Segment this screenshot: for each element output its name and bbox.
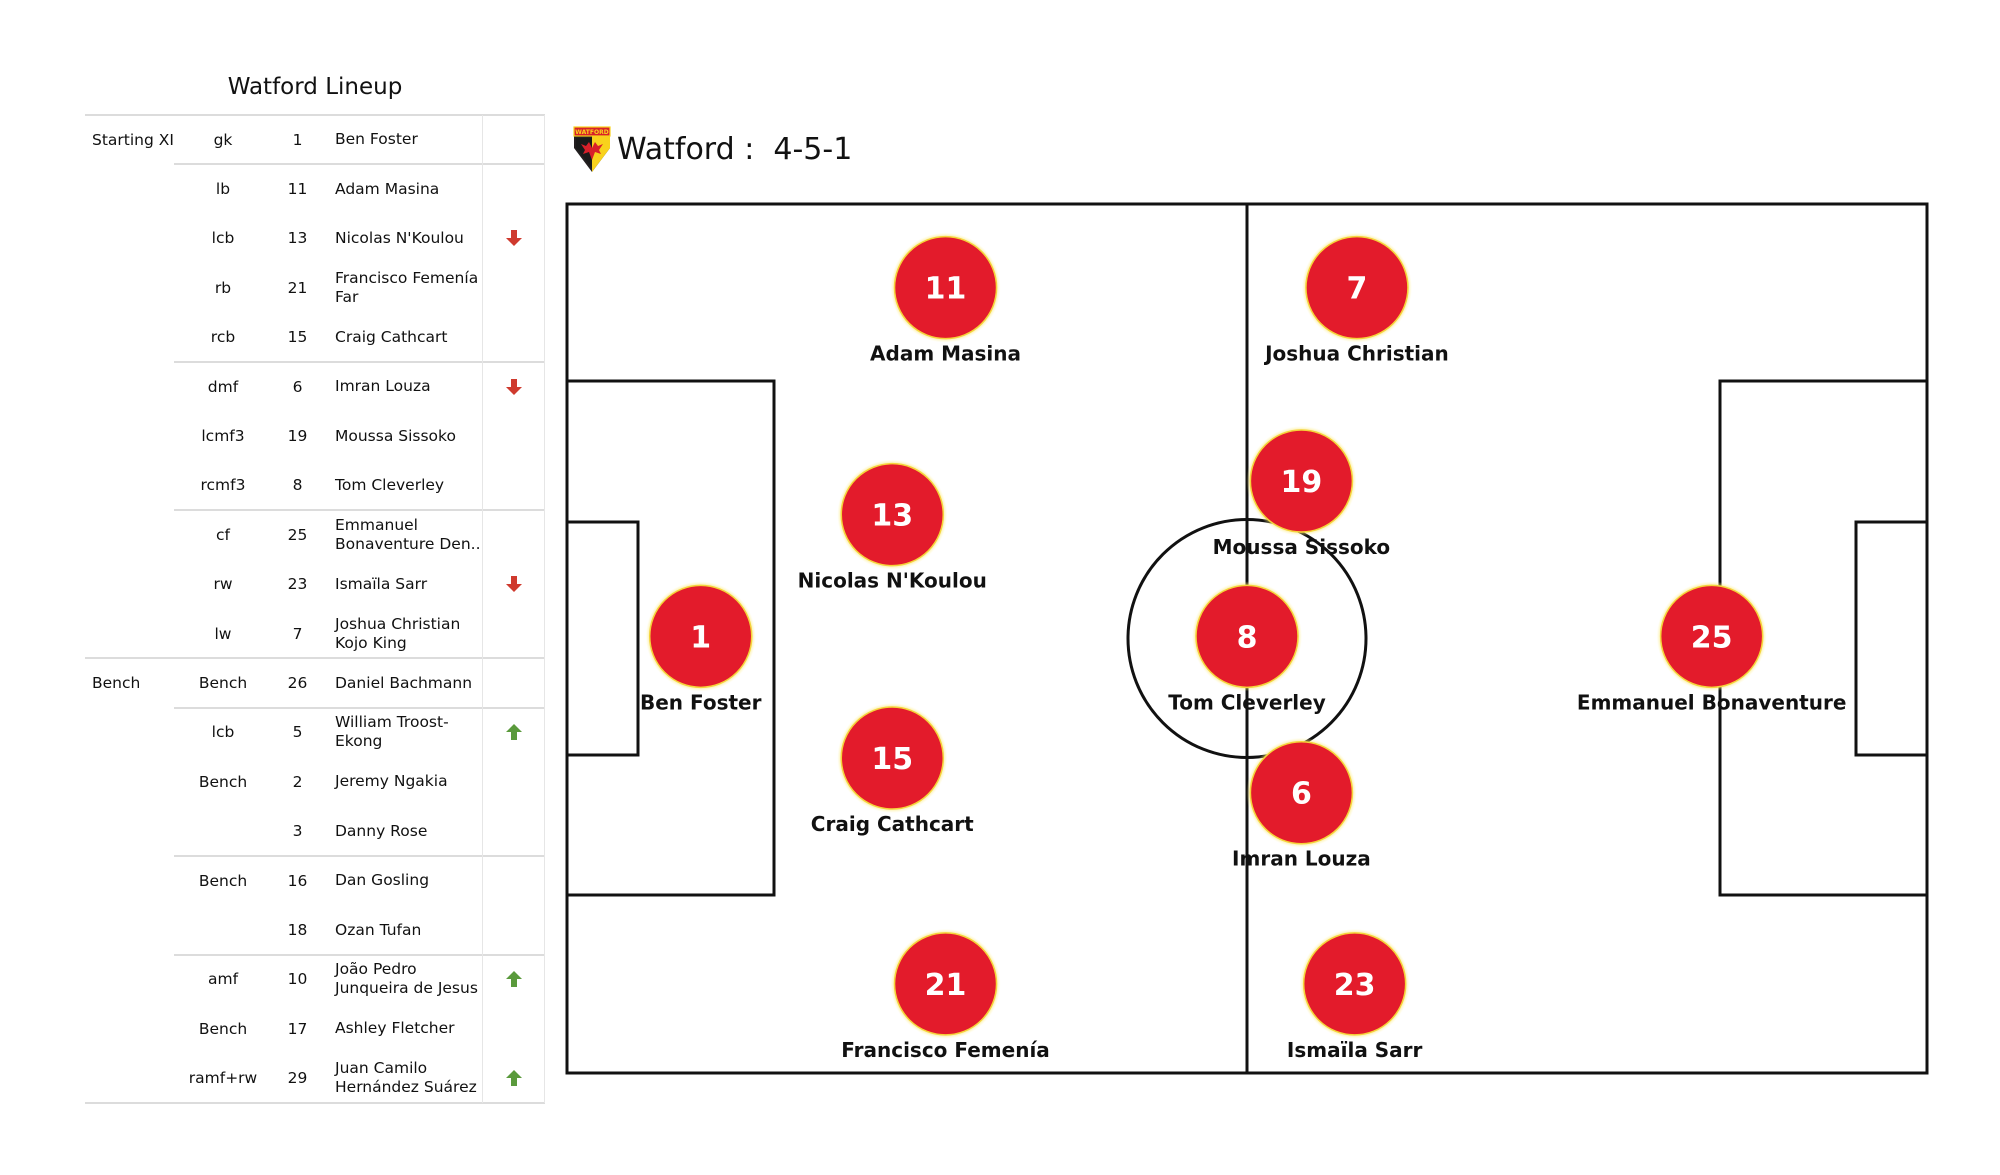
player-marker: 1 xyxy=(645,581,756,692)
right-six-yard-box xyxy=(1854,520,1929,757)
player-number: 15 xyxy=(871,742,913,777)
player-marker: 7 xyxy=(1301,232,1412,343)
player-number: 23 xyxy=(1334,968,1376,1003)
player-number: 25 xyxy=(1691,620,1733,655)
player-name-label: Francisco Femenía xyxy=(841,1038,1050,1062)
player-number: 11 xyxy=(925,272,967,307)
player-number: 21 xyxy=(925,968,967,1003)
player-marker: 23 xyxy=(1299,928,1410,1039)
player-marker: 15 xyxy=(837,702,948,813)
player-labels: Ben Foster Nicolas N'Koulou Craig Cathcart… xyxy=(640,342,1846,1062)
player-number: 13 xyxy=(871,499,913,534)
player-marker: 6 xyxy=(1246,737,1357,848)
player-number: 8 xyxy=(1237,620,1258,655)
pitch: Ben Foster Nicolas N'Koulou Craig Cathcart… xyxy=(565,202,1929,1075)
player-marker: 19 xyxy=(1246,425,1357,536)
player-number: 19 xyxy=(1281,465,1323,500)
left-six-yard-box xyxy=(565,520,640,757)
player-name-label: Ismaïla Sarr xyxy=(1287,1038,1423,1062)
player-number: 6 xyxy=(1291,777,1312,812)
player-name-label: Imran Louza xyxy=(1232,847,1371,871)
player-marker: 25 xyxy=(1656,581,1767,692)
player-name-label: Joshua Christian xyxy=(1263,342,1449,366)
player-marker: 8 xyxy=(1192,581,1302,692)
player-markers: 1 13 15 11 21 8 19 6 7 23 25 xyxy=(645,232,1767,1039)
player-name-label: Nicolas N'Koulou xyxy=(798,569,987,593)
player-marker: 13 xyxy=(837,459,948,570)
player-marker: 21 xyxy=(890,928,1001,1039)
player-name-label: Ben Foster xyxy=(640,690,762,714)
player-name-label: Craig Cathcart xyxy=(811,812,974,836)
player-name-label: Emmanuel Bonaventure xyxy=(1577,690,1846,714)
player-number: 7 xyxy=(1346,272,1367,307)
player-number: 1 xyxy=(690,620,711,655)
player-marker: 11 xyxy=(890,232,1001,343)
player-name-label: Moussa Sissoko xyxy=(1213,535,1390,559)
player-name-label: Adam Masina xyxy=(870,342,1021,366)
